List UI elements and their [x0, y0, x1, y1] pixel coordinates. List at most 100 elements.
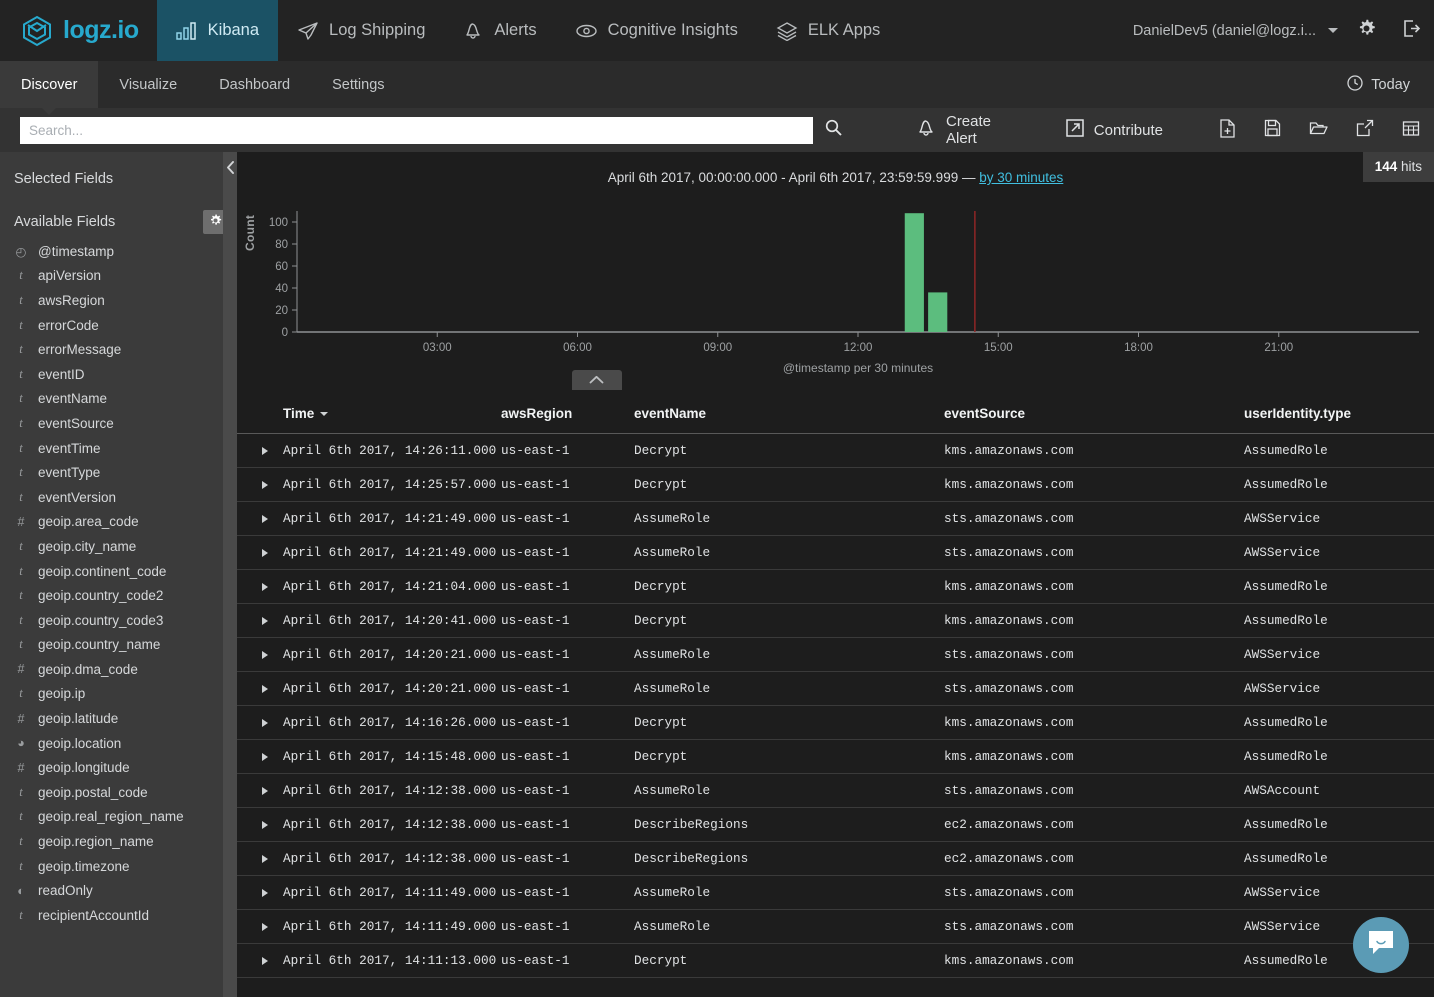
- logout-button[interactable]: [1389, 0, 1434, 61]
- create-alert-button[interactable]: Create Alert: [902, 108, 1033, 152]
- nav-item-kibana[interactable]: Kibana: [157, 0, 278, 61]
- expand-row-caret-icon[interactable]: [262, 821, 268, 829]
- sidebar-field-geoip-dma_code[interactable]: #geoip.dma_code: [0, 657, 237, 682]
- nav-item-alerts[interactable]: Alerts: [444, 0, 555, 61]
- expand-row-caret-icon[interactable]: [262, 685, 268, 693]
- expand-row-cell[interactable]: [237, 536, 283, 570]
- expand-row-caret-icon[interactable]: [262, 583, 268, 591]
- table-row[interactable]: April 6th 2017, 14:11:49.000us-east-1Ass…: [237, 876, 1434, 910]
- table-row[interactable]: April 6th 2017, 14:25:57.000us-east-1Dec…: [237, 468, 1434, 502]
- search-input[interactable]: [20, 117, 813, 144]
- expand-row-caret-icon[interactable]: [262, 855, 268, 863]
- expand-row-cell[interactable]: [237, 638, 283, 672]
- table-row[interactable]: April 6th 2017, 14:21:04.000us-east-1Dec…: [237, 570, 1434, 604]
- expand-row-cell[interactable]: [237, 706, 283, 740]
- table-row[interactable]: April 6th 2017, 14:11:13.000us-east-1Dec…: [237, 944, 1434, 978]
- sidebar-field-geoip-continent_code[interactable]: tgeoip.continent_code: [0, 559, 237, 584]
- tab-settings[interactable]: Settings: [311, 61, 405, 108]
- nav-item-cognitive-insights[interactable]: Cognitive Insights: [556, 0, 757, 61]
- expand-row-caret-icon[interactable]: [262, 481, 268, 489]
- interval-link[interactable]: by 30 minutes: [979, 170, 1063, 185]
- table-row[interactable]: April 6th 2017, 14:12:38.000us-east-1Des…: [237, 842, 1434, 876]
- expand-row-caret-icon[interactable]: [262, 719, 268, 727]
- tab-dashboard[interactable]: Dashboard: [198, 61, 311, 108]
- expand-row-cell[interactable]: [237, 468, 283, 502]
- sidebar-field-geoip-country_name[interactable]: tgeoip.country_name: [0, 633, 237, 658]
- expand-row-caret-icon[interactable]: [262, 889, 268, 897]
- sidebar-field-geoip-timezone[interactable]: tgeoip.timezone: [0, 854, 237, 879]
- tab-discover[interactable]: Discover: [0, 61, 98, 108]
- sidebar-field-eventSource[interactable]: teventSource: [0, 411, 237, 436]
- sidebar-field-errorCode[interactable]: terrorCode: [0, 313, 237, 338]
- settings-button[interactable]: [1344, 0, 1389, 61]
- column-header-time[interactable]: Time: [283, 396, 501, 434]
- table-row[interactable]: April 6th 2017, 14:12:38.000us-east-1Des…: [237, 808, 1434, 842]
- open-search-button[interactable]: [1295, 108, 1342, 152]
- save-search-button[interactable]: [1250, 108, 1295, 152]
- new-search-button[interactable]: [1205, 108, 1250, 152]
- table-row[interactable]: April 6th 2017, 14:12:38.000us-east-1Ass…: [237, 774, 1434, 808]
- histogram-bar[interactable]: [928, 292, 947, 332]
- sidebar-field-eventName[interactable]: teventName: [0, 387, 237, 412]
- nav-item-elk-apps[interactable]: ELK Apps: [757, 0, 899, 61]
- expand-row-caret-icon[interactable]: [262, 957, 268, 965]
- expand-row-cell[interactable]: [237, 910, 283, 944]
- table-row[interactable]: April 6th 2017, 14:21:49.000us-east-1Ass…: [237, 536, 1434, 570]
- table-row[interactable]: April 6th 2017, 14:16:26.000us-east-1Dec…: [237, 706, 1434, 740]
- expand-row-caret-icon[interactable]: [262, 787, 268, 795]
- column-header-awsregion[interactable]: awsRegion: [501, 396, 634, 434]
- expand-row-cell[interactable]: [237, 740, 283, 774]
- table-view-button[interactable]: [1388, 108, 1434, 152]
- expand-row-cell[interactable]: [237, 876, 283, 910]
- sidebar-collapse-button[interactable]: [223, 152, 237, 997]
- expand-row-cell[interactable]: [237, 434, 283, 468]
- column-header-useridentity-type[interactable]: userIdentity.type: [1244, 396, 1434, 434]
- histogram-svg[interactable]: 02040608010003:0006:0009:0012:0015:0018:…: [247, 199, 1427, 374]
- histogram-chart[interactable]: Count 02040608010003:0006:0009:0012:0015…: [237, 199, 1418, 374]
- expand-row-caret-icon[interactable]: [262, 753, 268, 761]
- expand-row-cell[interactable]: [237, 502, 283, 536]
- sidebar-field-eventType[interactable]: teventType: [0, 460, 237, 485]
- expand-row-caret-icon[interactable]: [262, 617, 268, 625]
- contribute-button[interactable]: Contribute: [1051, 108, 1177, 152]
- sidebar-field-geoip-location[interactable]: ◕geoip.location: [0, 731, 237, 756]
- table-row[interactable]: April 6th 2017, 14:15:48.000us-east-1Dec…: [237, 740, 1434, 774]
- sidebar-field-geoip-country_code3[interactable]: tgeoip.country_code3: [0, 608, 237, 633]
- sidebar-field-geoip-longitude[interactable]: #geoip.longitude: [0, 755, 237, 780]
- sidebar-field-eventID[interactable]: teventID: [0, 362, 237, 387]
- logzio-logo[interactable]: logz.io: [0, 0, 157, 61]
- share-search-button[interactable]: [1342, 108, 1388, 152]
- expand-row-cell[interactable]: [237, 570, 283, 604]
- table-row[interactable]: April 6th 2017, 14:20:21.000us-east-1Ass…: [237, 672, 1434, 706]
- sidebar-field-geoip-postal_code[interactable]: tgeoip.postal_code: [0, 780, 237, 805]
- sidebar-field--timestamp[interactable]: ◴@timestamp: [0, 239, 237, 264]
- sidebar-field-geoip-region_name[interactable]: tgeoip.region_name: [0, 829, 237, 854]
- search-submit-button[interactable]: [813, 115, 854, 145]
- account-menu[interactable]: DanielDev5 (daniel@logz.i...: [1133, 0, 1344, 61]
- table-row[interactable]: April 6th 2017, 14:11:49.000us-east-1Ass…: [237, 910, 1434, 944]
- sidebar-field-geoip-country_code2[interactable]: tgeoip.country_code2: [0, 583, 237, 608]
- time-range-picker[interactable]: Today: [1347, 61, 1434, 108]
- expand-row-cell[interactable]: [237, 842, 283, 876]
- table-row[interactable]: April 6th 2017, 14:26:11.000us-east-1Dec…: [237, 434, 1434, 468]
- expand-row-cell[interactable]: [237, 944, 283, 978]
- sidebar-field-eventTime[interactable]: teventTime: [0, 436, 237, 461]
- expand-row-cell[interactable]: [237, 774, 283, 808]
- expand-row-caret-icon[interactable]: [262, 651, 268, 659]
- sidebar-field-readOnly[interactable]: ◐readOnly: [0, 878, 237, 903]
- sidebar-field-errorMessage[interactable]: terrorMessage: [0, 337, 237, 362]
- table-row[interactable]: April 6th 2017, 14:20:21.000us-east-1Ass…: [237, 638, 1434, 672]
- expand-row-cell[interactable]: [237, 808, 283, 842]
- sidebar-field-apiVersion[interactable]: tapiVersion: [0, 264, 237, 289]
- column-header-eventname[interactable]: eventName: [634, 396, 944, 434]
- collapse-chart-button[interactable]: [572, 370, 622, 390]
- sidebar-field-geoip-latitude[interactable]: #geoip.latitude: [0, 706, 237, 731]
- tab-visualize[interactable]: Visualize: [98, 61, 198, 108]
- sidebar-field-eventVersion[interactable]: teventVersion: [0, 485, 237, 510]
- expand-row-cell[interactable]: [237, 672, 283, 706]
- expand-row-caret-icon[interactable]: [262, 515, 268, 523]
- nav-item-log-shipping[interactable]: Log Shipping: [278, 0, 444, 61]
- histogram-bar[interactable]: [905, 213, 924, 332]
- table-row[interactable]: April 6th 2017, 14:21:49.000us-east-1Ass…: [237, 502, 1434, 536]
- expand-row-caret-icon[interactable]: [262, 549, 268, 557]
